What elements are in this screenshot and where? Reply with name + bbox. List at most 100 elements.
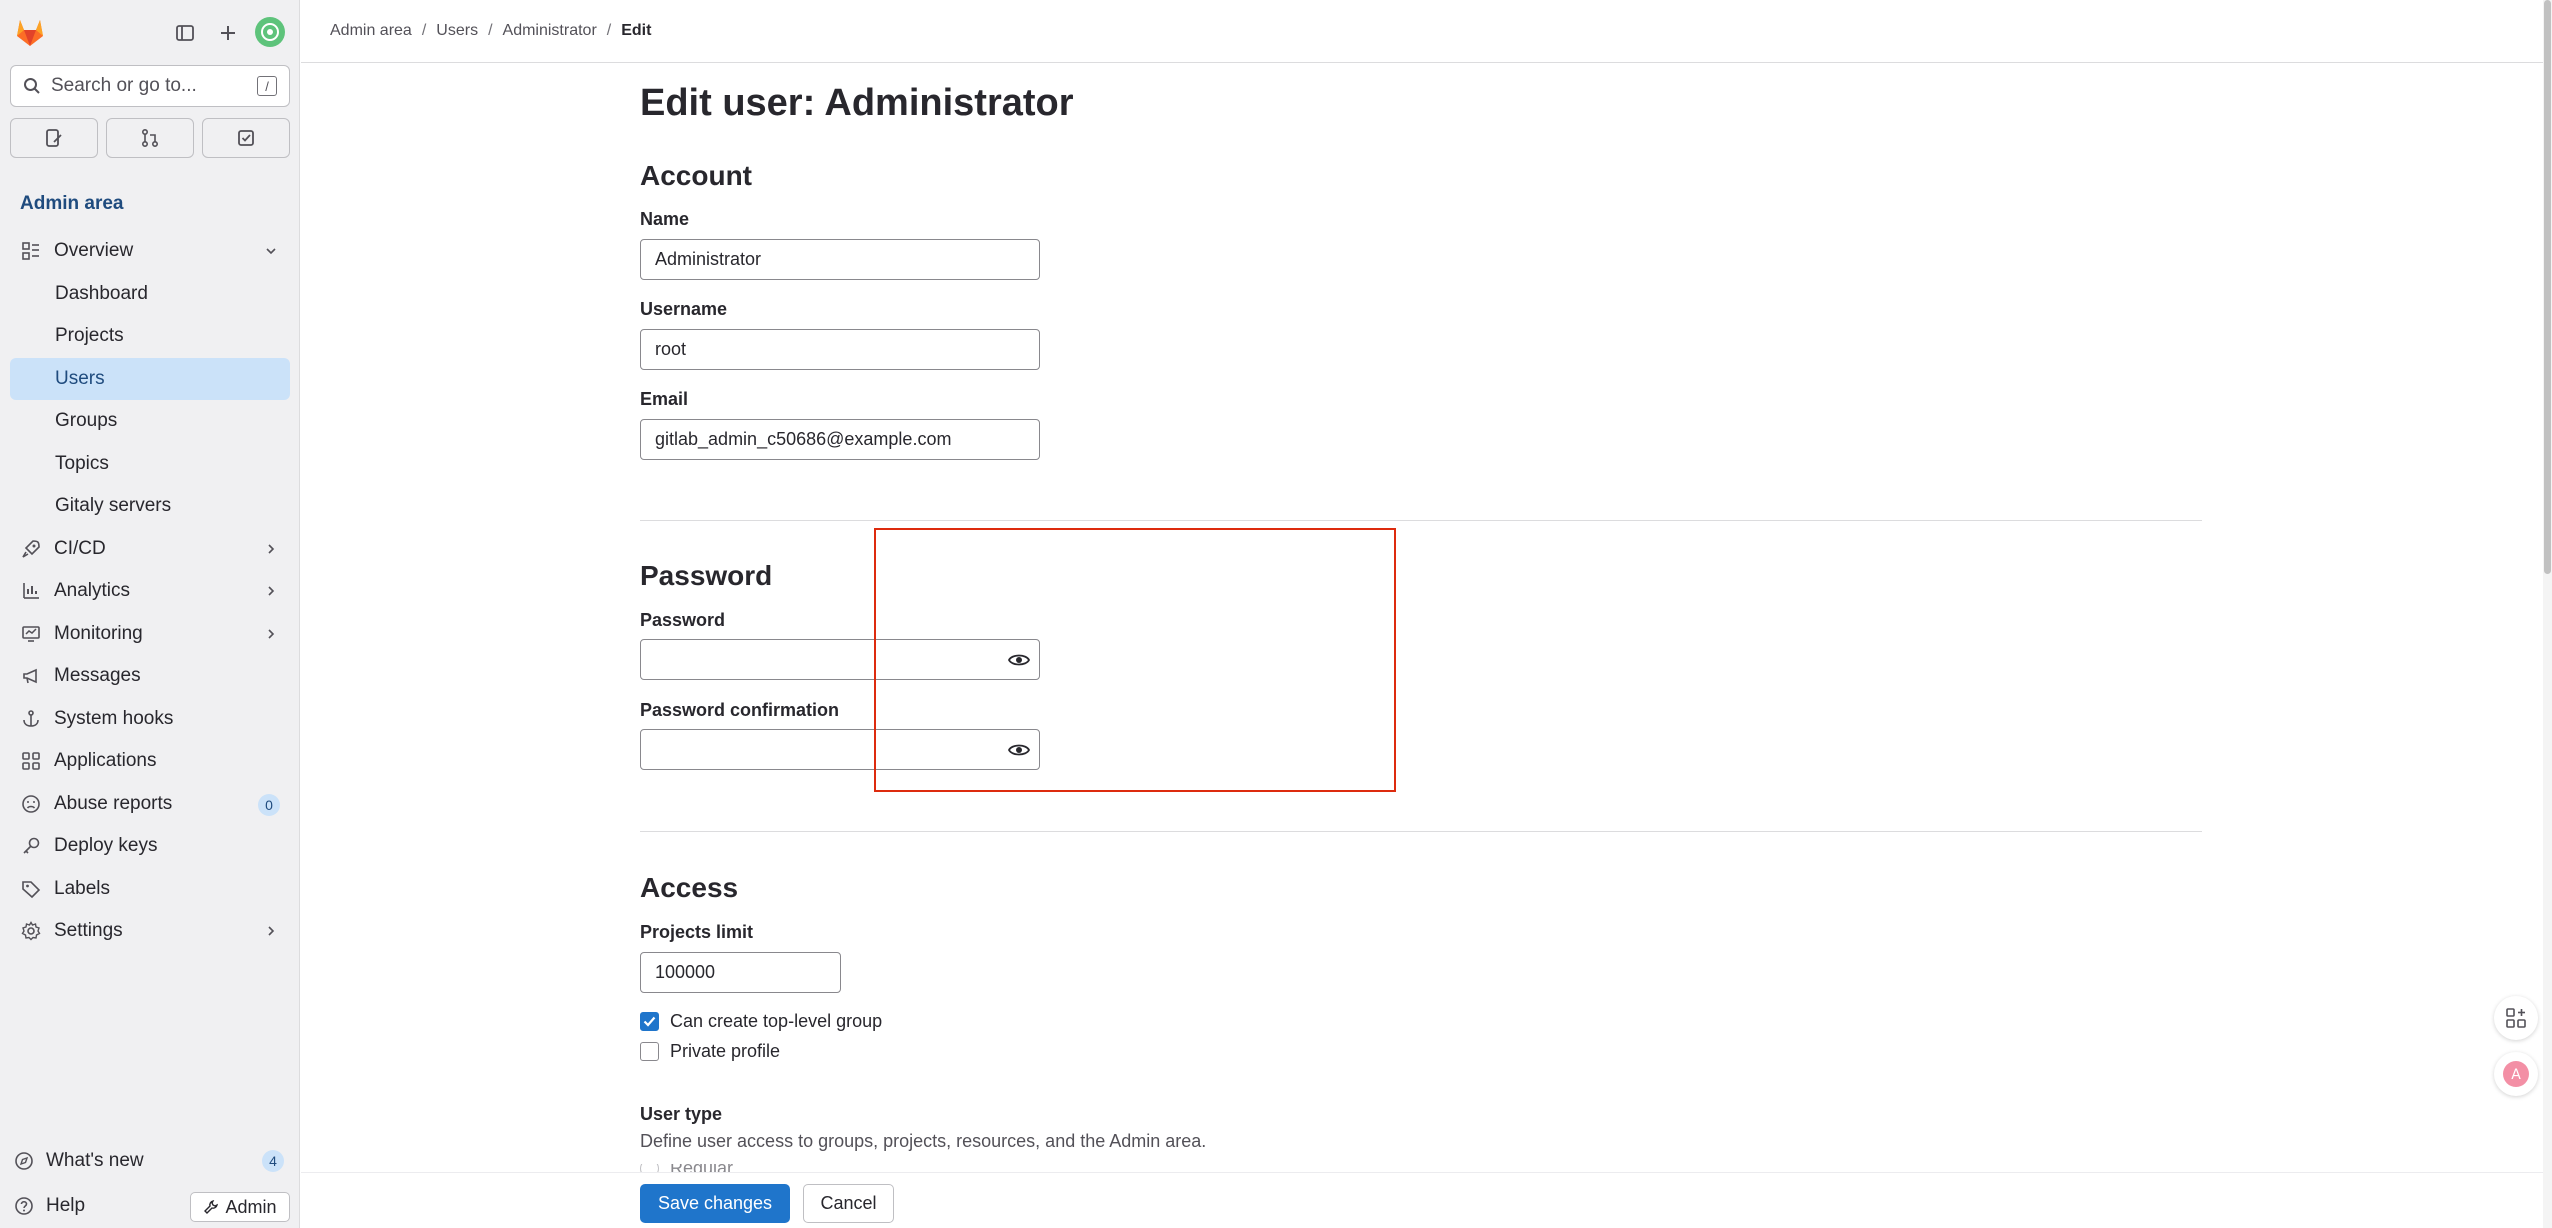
sidebar-item-label: Projects [55,325,124,347]
translate-icon[interactable]: A [2494,1052,2538,1096]
sidebar-item-messages[interactable]: Messages [10,655,290,698]
plus-icon[interactable] [211,16,245,50]
checkbox-checked[interactable] [640,1012,659,1031]
chevron-right-icon [264,625,278,647]
user-type-label: User type [640,1104,723,1124]
name-field[interactable]: Administrator [640,239,1040,280]
chevron-right-icon [264,922,278,944]
scrollbar-thumb[interactable] [2544,0,2551,574]
sidebar-item-analytics[interactable]: Analytics [10,570,290,613]
sidebar-item-label: Settings [54,920,123,942]
main-content: Edit user: Administrator Account Name Ad… [301,64,2543,1228]
breadcrumb-administrator[interactable]: Administrator [503,22,597,40]
page-title: Edit user: Administrator [640,82,1074,124]
access-heading: Access [640,872,739,903]
sidebar-section-title: Admin area [20,193,124,214]
gear-icon [20,920,42,942]
sidebar-item-label: Applications [54,750,157,772]
admin-button-label: Admin [225,1196,277,1217]
user-avatar[interactable] [255,17,285,47]
private-profile-checkbox[interactable]: Private profile [640,1041,780,1062]
anchor-icon [20,708,42,730]
save-changes-button[interactable]: Save changes [640,1184,790,1223]
breadcrumb-admin-area[interactable]: Admin area [330,22,412,40]
quick-actions [10,118,290,158]
sidebar-item-system-hooks[interactable]: System hooks [10,698,290,741]
sidebar-item-label: CI/CD [54,537,106,559]
compass-icon [14,1151,34,1171]
megaphone-icon [20,665,42,687]
merge-requests-button[interactable] [106,118,194,158]
whats-new-link[interactable]: What's new 4 [10,1140,290,1182]
sidebar-item-dashboard[interactable]: Dashboard [10,273,290,316]
sidebar-item-abuse-reports[interactable]: Abuse reports 0 [10,783,290,826]
search-shortcut-key: / [257,76,277,96]
breadcrumb-separator: / [606,22,612,39]
sidebar-item-deploy-keys[interactable]: Deploy keys [10,825,290,868]
sidebar-item-label: Topics [55,452,109,474]
admin-mode-button[interactable]: Admin [190,1192,290,1222]
sidebar-item-applications[interactable]: Applications [10,740,290,783]
sidebar-item-overview[interactable]: Overview [10,230,290,273]
sidebar-item-cicd[interactable]: CI/CD [10,528,290,571]
sidebar-item-label: Groups [55,410,118,432]
help-icon [14,1196,34,1216]
checkbox-unchecked[interactable] [640,1042,659,1061]
sidebar-item-settings[interactable]: Settings [10,910,290,953]
page-scrollbar[interactable] [2543,0,2552,1228]
applications-icon [20,750,42,772]
private-profile-label: Private profile [670,1041,781,1061]
merge-request-icon [141,128,159,148]
sidebar-item-label: Labels [54,877,110,899]
sidebar-item-users[interactable]: Users [10,357,290,400]
sidebar-item-label: Users [55,367,105,389]
username-label: Username [640,299,728,319]
password-section-highlight [874,528,1396,792]
account-heading: Account [640,160,752,191]
help-link[interactable]: Help [10,1185,85,1227]
abuse-icon [20,793,42,815]
search-input[interactable]: Search or go to... / [10,65,290,107]
breadcrumb-edit: Edit [621,22,652,39]
search-placeholder: Search or go to... [51,75,197,96]
apps-add-icon[interactable] [2494,996,2538,1040]
label-icon [20,878,42,900]
cancel-button[interactable]: Cancel [803,1184,894,1223]
gitlab-logo-icon[interactable] [14,17,46,47]
breadcrumb: Admin area / Users / Administrator / Edi… [301,0,2543,63]
key-icon [20,835,42,857]
breadcrumb-separator: / [488,22,493,39]
sidebar-item-topics[interactable]: Topics [10,443,290,486]
overview-icon [20,240,42,262]
can-create-group-checkbox[interactable]: Can create top-level group [640,1011,882,1032]
sidebar-item-labels[interactable]: Labels [10,868,290,911]
form-actions: Save changes Cancel [301,1172,2543,1228]
chart-icon [20,580,42,602]
monitor-icon [20,623,42,645]
sidebar-item-label: Dashboard [55,282,148,304]
sidebar-item-groups[interactable]: Groups [10,400,290,443]
whats-new-count-badge: 4 [262,1150,284,1172]
admin-nav: Overview Dashboard Projects Users Groups… [10,230,290,953]
sidebar-item-projects[interactable]: Projects [10,315,290,358]
sidebar-item-label: Gitaly servers [55,495,172,517]
name-label: Name [640,209,690,229]
sidebar-item-monitoring[interactable]: Monitoring [10,613,290,656]
chevron-right-icon [264,582,278,604]
help-label: Help [46,1195,86,1216]
svg-text:A: A [2511,1067,2521,1083]
projects-limit-field[interactable]: 100000 [640,952,841,993]
toggle-sidebar-icon[interactable] [168,16,202,50]
email-label: Email [640,389,689,409]
sidebar-item-gitaly-servers[interactable]: Gitaly servers [10,485,290,528]
issues-button[interactable] [10,118,98,158]
abuse-reports-count-badge: 0 [258,793,280,816]
email-field[interactable]: gitlab_admin_c50686@example.com [640,419,1040,460]
sidebar-header [0,0,300,64]
sidebar-item-label: Overview [54,240,134,262]
username-field[interactable]: root [640,329,1040,370]
password-heading: Password [640,560,773,591]
todos-button[interactable] [202,118,290,158]
breadcrumb-users[interactable]: Users [436,22,478,40]
chevron-right-icon [264,540,278,562]
